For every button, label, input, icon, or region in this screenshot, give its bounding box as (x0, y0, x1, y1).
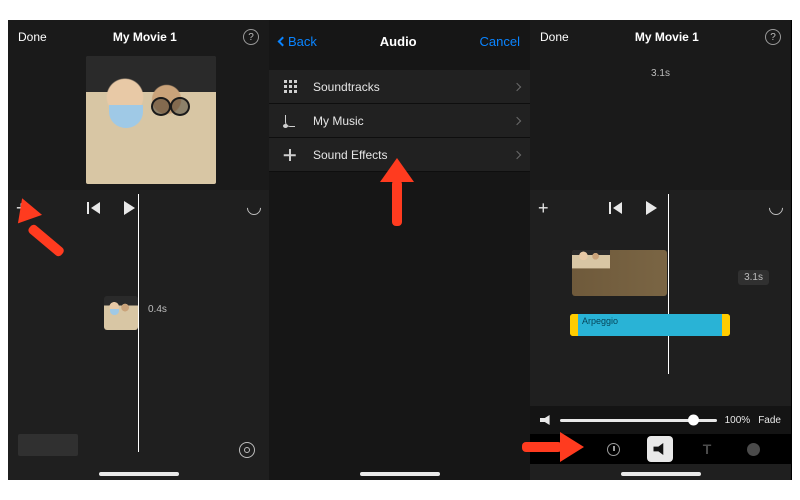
clip-duration-label: 3.1s (738, 270, 769, 285)
timeline-clip[interactable] (104, 296, 138, 330)
soundtracks-icon (281, 78, 299, 96)
timeline-video-clip[interactable] (572, 250, 667, 296)
split-tool[interactable] (554, 436, 580, 462)
timeline-audio-clip[interactable]: Arpeggio (570, 314, 730, 336)
help-button[interactable]: ? (765, 29, 781, 45)
speaker-icon (540, 415, 552, 425)
filters-tool[interactable] (741, 436, 767, 462)
home-indicator (99, 472, 179, 476)
chevron-right-icon (513, 116, 521, 124)
panel-audio-picker: Back Audio Cancel Soundtracks My Music S (269, 20, 530, 480)
playhead[interactable] (668, 194, 669, 374)
play-button[interactable] (124, 201, 135, 215)
skip-start-button[interactable] (87, 202, 100, 214)
volume-percent: 100% (725, 415, 751, 426)
speed-tool[interactable] (601, 436, 627, 462)
home-indicator (621, 472, 701, 476)
empty-clip-slot (18, 434, 78, 456)
clip-tools: T (530, 434, 791, 464)
text-icon: T (703, 441, 712, 457)
music-note-icon (281, 112, 299, 130)
video-preview (86, 56, 216, 184)
play-button[interactable] (646, 201, 657, 215)
chevron-right-icon (513, 150, 521, 158)
playhead[interactable] (138, 194, 139, 452)
clock-icon (607, 443, 620, 456)
volume-tool[interactable] (647, 436, 673, 462)
filters-icon (747, 443, 760, 456)
row-label: My Music (313, 114, 364, 128)
chevron-left-icon (278, 36, 288, 46)
add-media-button[interactable]: + (16, 198, 27, 219)
row-my-music[interactable]: My Music (269, 104, 530, 138)
settings-button[interactable] (239, 442, 255, 458)
help-button[interactable]: ? (243, 29, 259, 45)
preview-timecode: 3.1s (651, 68, 670, 79)
home-indicator (360, 472, 440, 476)
nav-title: Audio (380, 34, 417, 49)
slider-knob[interactable] (688, 415, 699, 426)
done-button[interactable]: Done (18, 30, 47, 44)
preview-area: Done My Movie 1 ? (8, 20, 269, 190)
preview-area: Done My Movie 1 ? 3.1s (530, 20, 791, 190)
volume-slider[interactable] (560, 419, 717, 422)
timeline-area[interactable]: + 3.1s Arpeggio (530, 190, 791, 480)
panel-editor-audio: Done My Movie 1 ? 3.1s + 3.1s (530, 20, 791, 480)
chevron-right-icon (513, 82, 521, 90)
fade-button[interactable]: Fade (758, 415, 781, 426)
speaker-icon (653, 443, 667, 455)
timeline-area[interactable]: + 0.4s (8, 190, 269, 480)
cancel-button[interactable]: Cancel (480, 34, 520, 49)
row-sound-effects[interactable]: Sound Effects (269, 138, 530, 172)
row-soundtracks[interactable]: Soundtracks (269, 70, 530, 104)
scissors-icon (560, 442, 574, 456)
project-title: My Movie 1 (635, 30, 699, 44)
sound-effects-icon (281, 146, 299, 164)
volume-bar: 100% Fade (530, 406, 791, 434)
back-button[interactable]: Back (279, 34, 317, 49)
skip-start-button[interactable] (609, 202, 622, 214)
done-button[interactable]: Done (540, 30, 569, 44)
panel-editor-add: Done My Movie 1 ? + (8, 20, 269, 480)
undo-button[interactable] (244, 198, 264, 218)
row-label: Soundtracks (313, 80, 380, 94)
add-media-button[interactable]: + (538, 198, 549, 219)
audio-source-list: Soundtracks My Music Sound Effects (269, 70, 530, 172)
titles-tool[interactable]: T (694, 436, 720, 462)
project-title: My Movie 1 (113, 30, 177, 44)
clip-duration-label: 0.4s (148, 304, 167, 315)
undo-button[interactable] (766, 198, 786, 218)
row-label: Sound Effects (313, 148, 388, 162)
audio-clip-label: Arpeggio (582, 316, 618, 326)
